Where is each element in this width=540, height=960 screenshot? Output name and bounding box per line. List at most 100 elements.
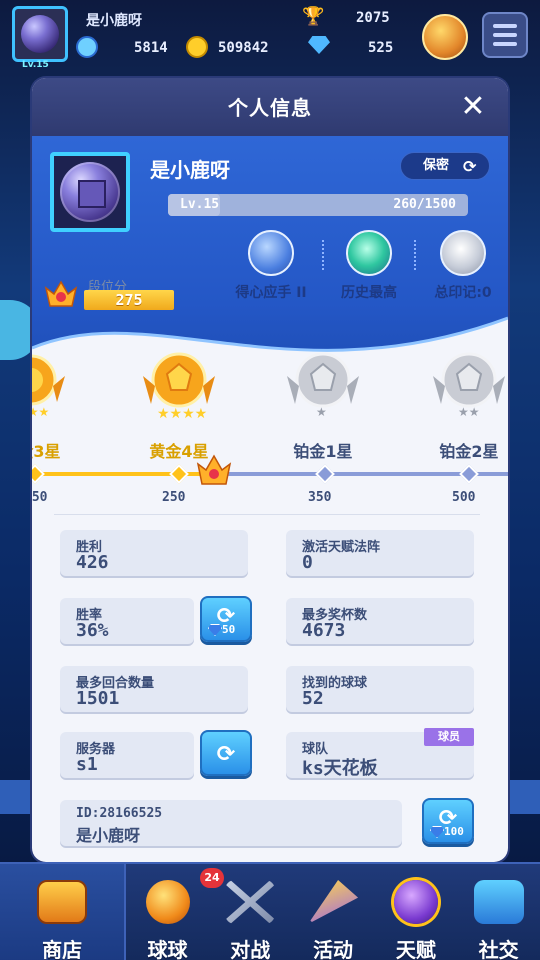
achievement-label: 历史最高 [341,285,397,301]
nav-talent[interactable]: 天赋 [374,864,457,960]
stat-value: 426 [76,552,109,573]
nav-social[interactable]: 社交 [457,864,540,960]
svg-text:★★: ★★ [458,405,480,419]
rank-score-icon [44,280,78,307]
refresh-icon: ⟳ [216,742,236,767]
nav-label: 商店 [42,938,83,960]
hud-gold-coins: 509842 [218,40,269,56]
achievement-2[interactable]: 历史最高 [324,230,414,302]
achievement-label: 总印记:0 [434,285,492,301]
close-icon[interactable]: ✕ [456,90,490,124]
gold-coin-icon [186,36,208,58]
tier-label: 铂金2星 [439,442,499,461]
stat-value: s1 [76,754,98,775]
balls-notification-badge: 24 [200,868,224,888]
reset-winrate-button[interactable]: ⟳ 50 [200,596,252,642]
shop-icon [37,880,88,924]
stat-max-trophies: 最多奖杯数 4673 [286,598,474,644]
battle-swords-icon [225,880,276,924]
avatar-ball-icon [21,15,59,53]
svg-text:★: ★ [316,405,327,419]
hud-level: Lv.15 [22,60,49,70]
stat-winrate: 胜率 36% [60,598,194,644]
tier-progress-track: 150 250 350 500 [32,454,508,505]
thumbs-up-badge-icon [248,230,294,276]
mark-badge-icon [440,230,486,276]
rename-cost: 100 [444,825,464,838]
balls-icon [145,880,190,924]
achievement-label: 得心应手 II [235,285,307,301]
gold-tier-badge-icon: ★★★★ [143,352,215,422]
reset-cost: 50 [222,623,236,636]
privacy-label: 保密 [423,158,450,173]
stat-wins: 胜利 426 [60,530,248,576]
social-icon [473,880,524,924]
talent-planet-icon [393,880,438,924]
profile-modal: 个人信息 ✕ 是小鹿呀 保密 ⟳ Lv.15 260/1500 得心应手 II … [32,78,508,862]
event-icon [308,880,359,924]
refresh-icon: ⟳ [463,157,477,176]
tier-platinum-2: ★★ 铂金2星 [414,346,508,462]
rename-button[interactable]: ⟳ 100 [422,798,474,844]
nav-label: 球球 [147,938,188,960]
hud-player-name: 是小鹿呀 [86,13,142,29]
svg-text:★★★: ★★★ [32,405,49,419]
stat-balls-found: 找到的球球 52 [286,666,474,712]
rank-score-value: 275 [84,290,174,310]
profile-name: 是小鹿呀 [150,158,230,182]
tier-platinum-1: ★ 铂金1星 [268,346,378,462]
hud-blue-coins: 5814 [134,40,168,56]
switch-server-button[interactable]: ⟳ [200,730,252,776]
stat-label: 激活天赋法阵 [302,540,381,555]
achievement-1[interactable]: 得心应手 II [226,230,316,302]
side-decoration [506,780,540,814]
menu-line [493,42,517,46]
nav-label: 活动 [313,938,354,960]
nav-shop[interactable]: 商店 [0,864,127,960]
stat-value: 1501 [76,688,120,709]
privacy-button[interactable]: 保密 ⟳ [400,152,490,180]
stat-server: 服务器 s1 [60,732,194,778]
nav-label: 天赋 [395,938,436,960]
current-score-marker-icon [196,454,232,485]
stat-talent: 激活天赋法阵 0 [286,530,474,576]
nav-label: 社交 [478,938,519,960]
gem-icon [308,36,330,54]
hud-trophy-count: 2075 [356,10,390,26]
tier-gold-3: ★★★ 黄金3星 [32,346,86,462]
track-tick-label: 500 [452,490,476,505]
menu-button[interactable] [482,12,528,58]
platinum-tier-badge-icon: ★★ [433,352,505,419]
hud-avatar[interactable] [12,6,68,62]
stat-value: 4673 [302,620,346,641]
blue-coin-icon [76,36,98,58]
nav-label: 对战 [230,938,271,960]
achievement-3[interactable]: 总印记:0 [418,230,508,302]
separator [414,240,416,270]
player-id-name: 是小鹿呀 [76,826,141,845]
divider [54,514,480,515]
stat-value: ks天花板 [302,758,378,779]
stat-value: 0 [302,552,313,573]
gem-icon [208,624,222,636]
rank-badge-icon[interactable] [422,14,468,60]
stat-value: 52 [302,688,324,709]
menu-line [493,24,517,28]
track-tick-label: 150 [32,490,48,505]
stat-id: ID:28166525 是小鹿呀 [60,800,402,846]
svg-text:★★★★: ★★★★ [157,406,207,422]
stat-value: 36% [76,620,109,641]
tier-label: 铂金1星 [293,442,353,461]
hud-gems: 525 [368,40,394,56]
gem-icon [430,826,444,838]
modal-header: 个人信息 ✕ [32,78,508,136]
bottom-nav: 商店 球球 对战 活动 天赋 社交 [0,862,540,960]
nav-balls[interactable]: 球球 [126,864,209,960]
nav-events[interactable]: 活动 [292,864,375,960]
level-label: Lv.15 [180,197,220,212]
avatar-ball-icon [60,162,120,222]
profile-avatar[interactable] [50,152,130,232]
trophy-icon: 🏆 [302,6,325,27]
xp-progress-text: 260/1500 [393,197,456,212]
tier-label: 黄金3星 [32,442,61,461]
